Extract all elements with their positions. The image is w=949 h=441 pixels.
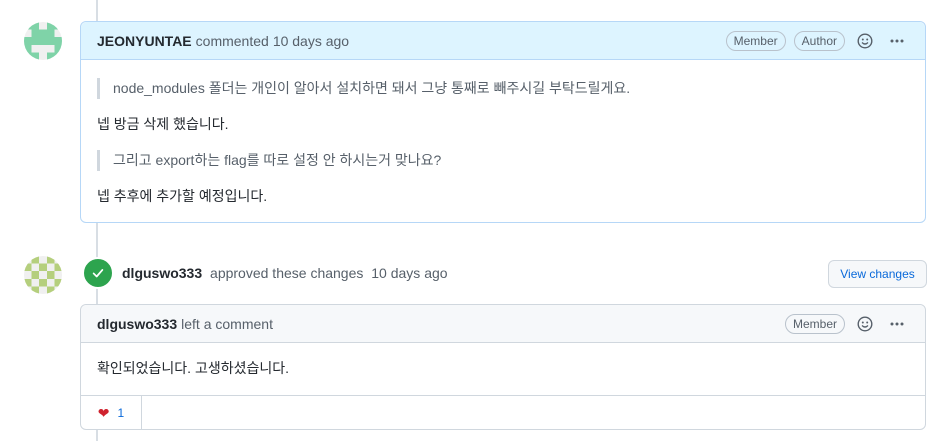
approval-event: dlguswo333 approved these changes 10 day… bbox=[82, 257, 448, 289]
comment-author[interactable]: JEONYUNTAE bbox=[97, 33, 192, 49]
kebab-horizontal-icon[interactable] bbox=[885, 312, 909, 336]
smiley-icon[interactable] bbox=[853, 312, 877, 336]
comment-paragraph: 넵 추후에 추가할 예정입니다. bbox=[97, 188, 268, 204]
comment-box: JEONYUNTAE commented 10 days ago Member … bbox=[80, 21, 926, 223]
comment-action: left a comment bbox=[181, 315, 273, 332]
approval-time[interactable]: 10 days ago bbox=[371, 265, 447, 281]
comment-paragraph: 넵 방금 삭제 했습니다. bbox=[97, 116, 229, 132]
reaction-count: 1 bbox=[117, 406, 125, 420]
member-badge: Member bbox=[725, 30, 786, 51]
check-icon bbox=[82, 257, 114, 289]
reactions-bar: ❤ 1 bbox=[81, 395, 925, 430]
heart-icon: ❤ bbox=[97, 404, 110, 421]
review-comment-box: dlguswo333 left a comment Member 확인되었습니다… bbox=[80, 304, 926, 430]
comment-author[interactable]: dlguswo333 bbox=[97, 316, 177, 332]
smiley-icon[interactable] bbox=[853, 29, 877, 53]
approver-name[interactable]: dlguswo333 bbox=[122, 265, 202, 281]
avatar[interactable] bbox=[24, 22, 62, 60]
comment-paragraph: 확인되었습니다. 고생하셨습니다. bbox=[97, 360, 289, 376]
comment-body: node_modules 폴더는 개인이 알아서 설치하면 돼서 그냥 통째로 … bbox=[81, 60, 925, 234]
blockquote: node_modules 폴더는 개인이 알아서 설치하면 돼서 그냥 통째로 … bbox=[97, 78, 909, 99]
blockquote: 그리고 export하는 flag를 따로 설정 안 하시는거 맞나요? bbox=[97, 150, 909, 171]
comment-header: dlguswo333 left a comment Member bbox=[81, 305, 925, 343]
comment-action: commented bbox=[195, 32, 269, 49]
avatar[interactable] bbox=[24, 256, 62, 294]
comment-time[interactable]: 10 days ago bbox=[273, 33, 349, 49]
kebab-horizontal-icon[interactable] bbox=[885, 29, 909, 53]
member-badge: Member bbox=[784, 313, 845, 334]
comment-header: JEONYUNTAE commented 10 days ago Member … bbox=[81, 22, 925, 60]
approval-action: approved these changes bbox=[210, 265, 364, 281]
view-changes-button[interactable]: View changes bbox=[828, 260, 927, 288]
author-badge: Author bbox=[793, 30, 845, 51]
heart-reaction-button[interactable]: ❤ 1 bbox=[81, 396, 142, 430]
comment-body: 확인되었습니다. 고생하셨습니다. bbox=[81, 343, 925, 395]
